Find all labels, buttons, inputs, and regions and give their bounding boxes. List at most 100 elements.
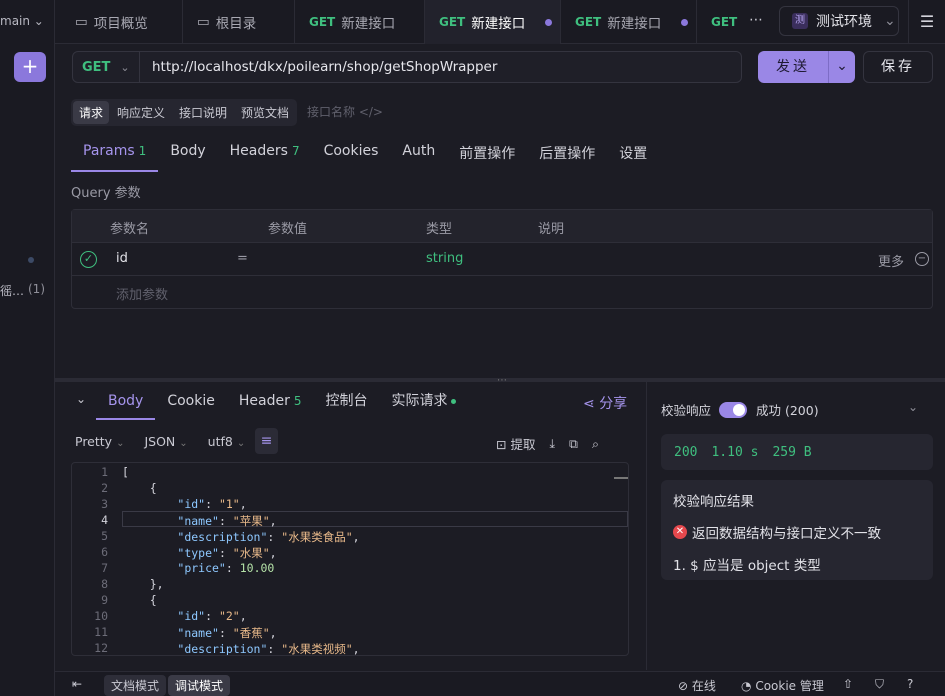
drag-handle-icon[interactable]: ⋯ [497,375,508,386]
more-tabs-icon[interactable]: ⋯ [749,12,763,28]
download-icon[interactable]: ⤓ [549,436,555,452]
share-button[interactable]: ⋖ 分享 [583,393,627,413]
col-name: 参数名 [110,222,150,237]
response-size: 259 B [772,444,812,460]
tab-label: 控制台 [325,393,368,409]
tab-params[interactable]: Params 1 [71,134,159,172]
line-number: 11 [94,625,108,639]
response-body-editor[interactable]: 1 [2 {3 "id": "1", 4 "name": "苹果", 5 "descr… [71,462,629,656]
doc-mode-button[interactable]: 文档模式 [104,675,167,696]
online-icon: ⊘ [678,679,689,693]
method-select[interactable]: GET ⌄ [72,51,140,83]
param-type[interactable]: string [426,251,463,266]
col-type: 类型 [426,222,453,237]
tab-label: 新建接口 [607,16,662,32]
shirt-icon[interactable]: ⛉ [875,677,884,692]
add-param-row: 添加参数 [72,276,932,309]
api-name-input[interactable]: 接口名称 </> [307,103,383,120]
subtab-request[interactable]: 请求 [73,101,110,124]
remove-icon[interactable]: − [915,252,929,266]
tab-post-ops[interactable]: 后置操作 [527,134,607,172]
pretty-select[interactable]: Pretty ⌄ [75,434,124,449]
subtab-api-desc[interactable]: 接口说明 [173,101,233,124]
tab-headers[interactable]: Headers 7 [218,134,312,172]
tab-label: 新建接口 [341,16,396,32]
tab-auth[interactable]: Auth [390,134,447,172]
line-number: 2 [101,481,108,495]
verify-result-card: 校验响应结果 ✕ 返回数据结构与接口定义不一致 1. $ 应当是 object … [661,480,933,580]
encoding-select[interactable]: utf8 ⌄ [208,434,246,449]
json-select[interactable]: JSON ⌄ [144,434,187,449]
help-icon[interactable]: ? [907,677,913,691]
tab-cookies[interactable]: Cookies [312,134,391,172]
add-button[interactable]: + [14,52,46,82]
param-name[interactable]: id [116,251,128,266]
debug-mode-button[interactable]: 调试模式 [168,675,231,696]
send-dropdown-icon[interactable]: ⌄ [828,51,855,83]
url-input[interactable]: http://localhost/dkx/poilearn/shop/getSh… [140,51,742,83]
tab-response-cookie[interactable]: Cookie [155,384,227,420]
code-line: "name": "香蕉", [177,626,277,640]
checkbox-checked-icon[interactable]: ✓ [80,251,97,268]
upload-icon[interactable]: ⇧ [843,677,853,691]
env-badge-icon: 测 [792,13,808,29]
tab-console[interactable]: 控制台 [314,384,380,420]
environment-selector[interactable]: 测 测试环境 ⌄ [779,6,899,36]
tab-label: 设置 [619,146,648,162]
verify-toggle[interactable] [719,401,748,418]
tab-api-4[interactable]: GET [697,0,739,44]
subtab-response-def[interactable]: 响应定义 [111,101,171,124]
collapse-sidebar-icon[interactable]: ⇤ [72,677,82,691]
error-detail: 1. $ 应当是 object 类型 [673,558,821,574]
verify-error: ✕ 返回数据结构与接口定义不一致 [673,522,881,542]
tab-api-3[interactable]: GET 新建接口 [561,0,697,44]
extract-button[interactable]: ⊡ 提取 [496,434,535,453]
subtab-preview-doc[interactable]: 预览文档 [235,101,295,124]
tab-response-header[interactable]: Header 5 [227,384,314,420]
add-param-input[interactable]: 添加参数 [116,284,168,303]
online-label: 在线 [691,679,716,693]
col-desc: 说明 [538,222,565,237]
line-number: 1 [101,465,108,479]
menu-icon[interactable]: ☰ [908,0,945,44]
tab-label: Cookies [323,143,379,159]
tab-actual-request[interactable]: 实际请求 [380,384,468,420]
overview-icon: ▭ [75,14,88,30]
tab-response-body[interactable]: Body [96,384,156,420]
tab-root-dir[interactable]: ▭ 根目录 [183,0,295,44]
tab-label: Body [108,393,144,409]
tab-project-overview[interactable]: ▭ 项目概览 [61,0,183,44]
tab-count: 1 [138,144,147,158]
scrollbar[interactable] [614,477,628,479]
tab-bar: ▭ 项目概览 ▭ 根目录 GET 新建接口 GET 新建接口 GET 新建接口 … [55,0,945,44]
code-line: { [122,593,157,607]
status-dot-icon [450,398,456,404]
line-number: 8 [101,577,108,591]
search-icon[interactable]: ⌕ [592,436,599,452]
share-label: 分享 [599,396,628,412]
chevron-down-icon[interactable]: ⌄ [908,400,918,414]
collapse-chevron-icon[interactable]: ⌄ [76,392,86,406]
tree-item-truncated[interactable]: 徭… [0,282,24,299]
tab-api-2[interactable]: GET 新建接口 [425,0,561,44]
tab-settings[interactable]: 设置 [607,134,659,172]
cookie-manager[interactable]: ◔ Cookie 管理 [741,677,824,694]
tab-body[interactable]: Body [158,134,217,172]
save-button[interactable]: 保存 [863,51,933,83]
tab-api-1[interactable]: GET 新建接口 [295,0,425,44]
tab-method: GET [309,15,336,29]
chevron-down-icon: ⌄ [120,60,130,74]
extract-label: 提取 [510,437,536,452]
table-header: 参数名 参数值 类型 说明 [72,210,932,243]
response-tools: ⊡ 提取 ⤓ ⧉ ⌕ [496,434,599,453]
line-number: 3 [101,497,108,511]
code-line: "name": "苹果", [177,514,277,528]
copy-icon[interactable]: ⧉ [569,436,578,452]
more-button[interactable]: 更多 [878,251,904,270]
online-status[interactable]: ⊘ 在线 [678,677,716,694]
send-button[interactable]: 发送 ⌄ [758,51,855,83]
tab-method: GET [575,15,602,29]
tab-pre-ops[interactable]: 前置操作 [447,134,527,172]
branch-label[interactable]: main ⌄ [0,14,44,28]
word-wrap-icon[interactable]: ≡ [255,428,278,454]
